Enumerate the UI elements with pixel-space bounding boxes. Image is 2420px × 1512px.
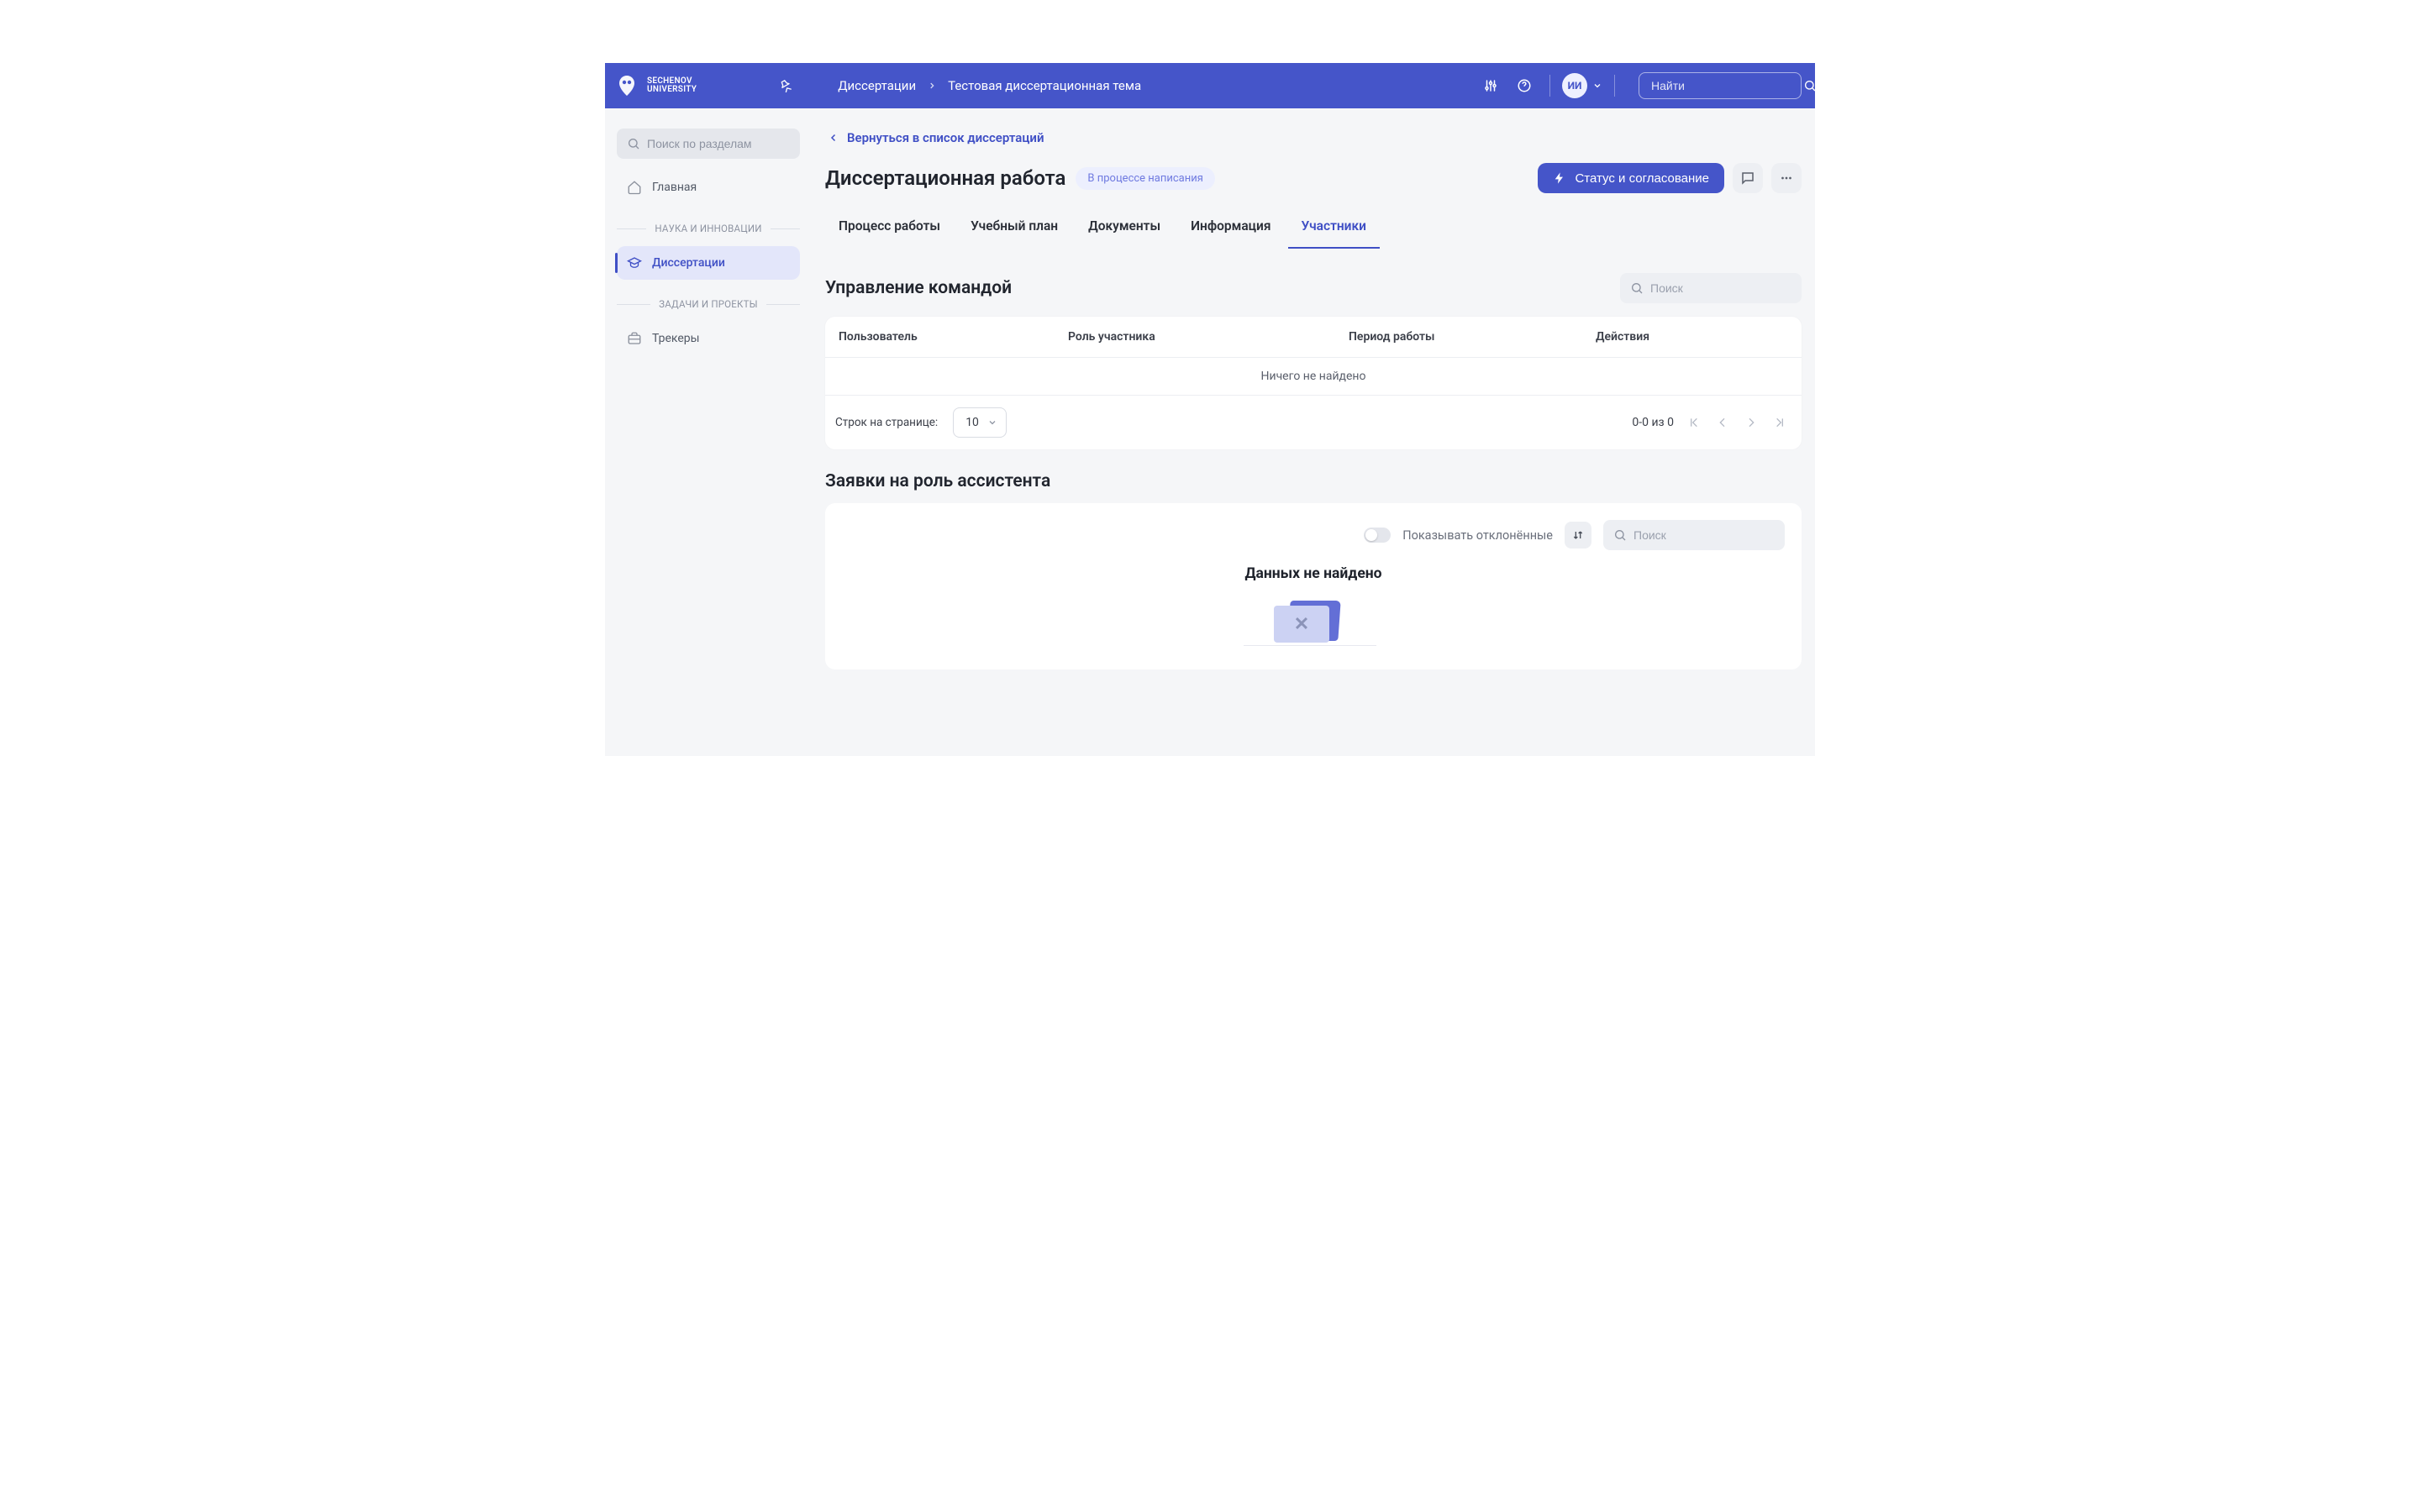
chat-icon xyxy=(1740,171,1755,186)
page-prev-button[interactable] xyxy=(1711,411,1734,434)
requests-empty-title: Данных не найдено xyxy=(842,565,1785,582)
team-table-header: Пользователь Роль участника Период работ… xyxy=(825,317,1802,357)
requests-search-input[interactable] xyxy=(1634,528,1786,542)
empty-folder-icon: ✕ xyxy=(1274,601,1353,646)
ellipsis-icon xyxy=(1779,171,1794,186)
button-label: Статус и согласование xyxy=(1575,171,1709,186)
brand-text: SECHENOV UNIVERSITY xyxy=(647,77,697,95)
sidebar-item-label: Главная xyxy=(652,181,697,194)
team-search-input[interactable] xyxy=(1650,281,1802,295)
page-last-button[interactable] xyxy=(1768,411,1791,434)
col-period: Период работы xyxy=(1349,330,1596,344)
team-table-footer: Строк на странице: 10 0-0 из 0 xyxy=(825,395,1802,449)
sidebar-search[interactable] xyxy=(617,129,800,159)
sidebar-item-label: Диссертации xyxy=(652,256,725,270)
tab-plan[interactable]: Учебный план xyxy=(969,213,1060,249)
show-rejected-label: Показывать отклонённые xyxy=(1402,528,1553,543)
global-search[interactable] xyxy=(1639,72,1802,99)
sidebar-section-tasks: ЗАДАЧИ И ПРОЕКТЫ xyxy=(617,298,800,310)
chevron-left-icon xyxy=(829,133,839,143)
sidebar-search-input[interactable] xyxy=(647,137,799,150)
breadcrumb-root[interactable]: Диссертации xyxy=(838,78,916,93)
team-section-title: Управление командой xyxy=(825,278,1012,298)
search-icon xyxy=(627,137,640,150)
sort-button[interactable] xyxy=(1565,522,1591,549)
breadcrumb-current: Тестовая диссертационная тема xyxy=(948,78,1141,93)
home-icon xyxy=(627,180,642,195)
sidebar-item-dissertations[interactable]: Диссертации xyxy=(617,246,800,280)
avatar: ИИ xyxy=(1562,73,1587,98)
status-approval-button[interactable]: Статус и согласование xyxy=(1538,163,1724,193)
graduation-cap-icon xyxy=(627,255,642,270)
search-icon xyxy=(1613,528,1627,542)
help-button[interactable] xyxy=(1511,72,1538,99)
brand-mark-icon xyxy=(613,72,640,99)
show-rejected-toggle[interactable] xyxy=(1364,528,1391,543)
tabs: Процесс работы Учебный план Документы Ин… xyxy=(825,213,1802,249)
pin-sidebar-button[interactable] xyxy=(772,72,799,99)
main-content: Вернуться в список диссертаций Диссертац… xyxy=(812,108,1815,695)
rows-per-page-label: Строк на странице: xyxy=(835,416,938,429)
team-search[interactable] xyxy=(1620,273,1802,303)
chevron-down-icon xyxy=(987,417,997,428)
search-icon xyxy=(1630,281,1644,295)
search-icon xyxy=(1803,79,1817,92)
topbar: SECHENOV UNIVERSITY Диссертации Тестовая… xyxy=(605,63,1815,108)
page-next-button[interactable] xyxy=(1739,411,1763,434)
rows-per-page-select[interactable]: 10 xyxy=(953,407,1007,438)
col-role: Роль участника xyxy=(1068,330,1349,344)
sidebar-item-home[interactable]: Главная xyxy=(617,171,800,204)
requests-section-title: Заявки на роль ассистента xyxy=(825,471,1802,491)
briefcase-icon xyxy=(627,331,642,346)
requests-card: Показывать отклонённые Данных не найдено xyxy=(825,503,1802,669)
chevron-right-icon xyxy=(928,81,936,90)
sidebar-item-trackers[interactable]: Трекеры xyxy=(617,322,800,355)
pagination: 0-0 из 0 xyxy=(1632,411,1791,434)
back-to-list-link[interactable]: Вернуться в список диссертаций xyxy=(825,130,1044,145)
user-menu[interactable]: ИИ xyxy=(1562,73,1602,98)
sidebar-section-science: НАУКА И ИННОВАЦИИ xyxy=(617,223,800,234)
page-first-button[interactable] xyxy=(1682,411,1706,434)
global-search-input[interactable] xyxy=(1651,79,1803,92)
tab-process[interactable]: Процесс работы xyxy=(837,213,942,249)
team-empty-state: Ничего не найдено xyxy=(825,357,1802,395)
col-user: Пользователь xyxy=(839,330,1068,344)
team-table-card: Пользователь Роль участника Период работ… xyxy=(825,317,1802,449)
tab-info[interactable]: Информация xyxy=(1189,213,1272,249)
back-link-label: Вернуться в список диссертаций xyxy=(847,130,1044,145)
bolt-icon xyxy=(1553,171,1566,185)
pagination-info: 0-0 из 0 xyxy=(1632,416,1674,429)
browser-blank-area xyxy=(605,0,1815,63)
page-title: Диссертационная работа xyxy=(825,166,1065,190)
settings-sliders-button[interactable] xyxy=(1477,72,1504,99)
topbar-divider xyxy=(1614,75,1615,97)
breadcrumb: Диссертации Тестовая диссертационная тем… xyxy=(838,78,1141,93)
col-actions: Действия xyxy=(1596,330,1788,344)
brand-logo[interactable]: SECHENOV UNIVERSITY xyxy=(613,72,697,99)
more-actions-button[interactable] xyxy=(1771,163,1802,193)
sidebar: Главная НАУКА И ИННОВАЦИИ Диссертации ЗА… xyxy=(605,108,812,695)
sidebar-item-label: Трекеры xyxy=(652,332,700,345)
topbar-divider xyxy=(1549,75,1550,97)
tab-docs[interactable]: Документы xyxy=(1086,213,1162,249)
requests-search[interactable] xyxy=(1603,520,1785,550)
status-badge: В процессе написания xyxy=(1076,167,1214,190)
rows-per-page-value: 10 xyxy=(965,416,979,429)
chevron-down-icon xyxy=(1592,81,1602,91)
sort-icon xyxy=(1571,528,1585,542)
comments-button[interactable] xyxy=(1733,163,1763,193)
tab-members[interactable]: Участники xyxy=(1300,213,1368,249)
